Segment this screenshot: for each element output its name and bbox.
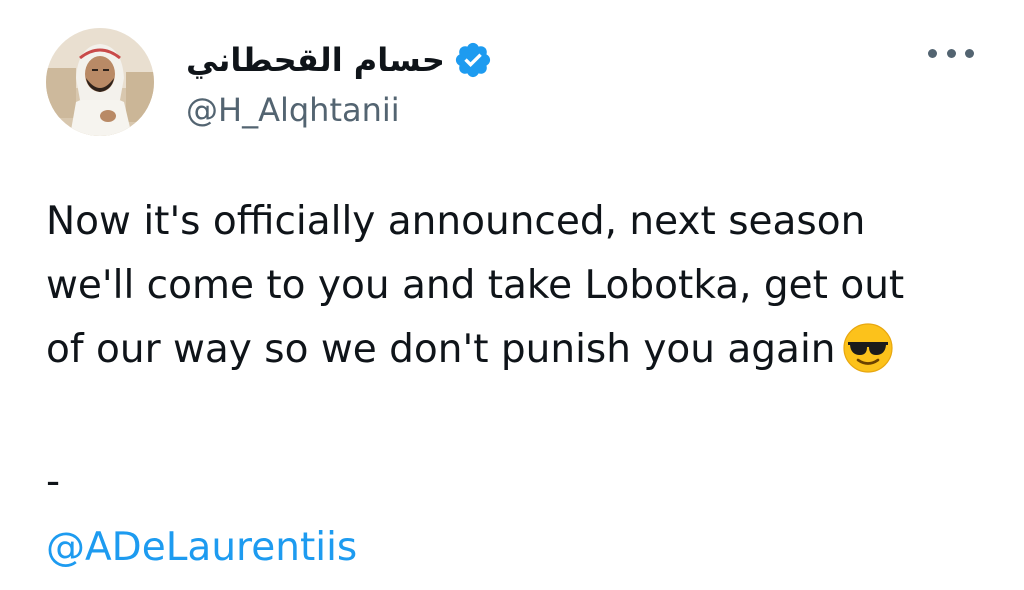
more-dot xyxy=(946,48,956,58)
author-handle[interactable]: @H_Alqhtanii xyxy=(186,90,400,130)
avatar[interactable] xyxy=(46,28,154,136)
mention-link[interactable]: @ADeLaurentiis xyxy=(46,522,357,574)
tweet-text-line: Now it's officially announced, next seas… xyxy=(46,199,866,244)
separator-dash: - xyxy=(46,459,61,504)
tweet-card: حسام القحطاني @H_Alqhtanii Now it's offi… xyxy=(0,0,1024,590)
author-name-row: حسام القحطاني xyxy=(186,34,493,86)
tweet-text-line-last: of our way so we don't punish you again xyxy=(46,318,986,382)
verified-badge-icon xyxy=(453,40,493,80)
more-options-icon[interactable] xyxy=(928,38,974,68)
tweet-text-line: of our way so we don't punish you again xyxy=(46,327,836,372)
more-dot xyxy=(965,48,974,58)
more-dot xyxy=(928,48,937,58)
tweet-text-line: we'll come to you and take Lobotka, get … xyxy=(46,263,905,308)
author-display-name[interactable]: حسام القحطاني xyxy=(186,44,445,76)
avatar-image xyxy=(46,28,154,136)
sunglasses-emoji-icon xyxy=(842,322,894,374)
tweet-text: Now it's officially announced, next seas… xyxy=(46,190,986,382)
